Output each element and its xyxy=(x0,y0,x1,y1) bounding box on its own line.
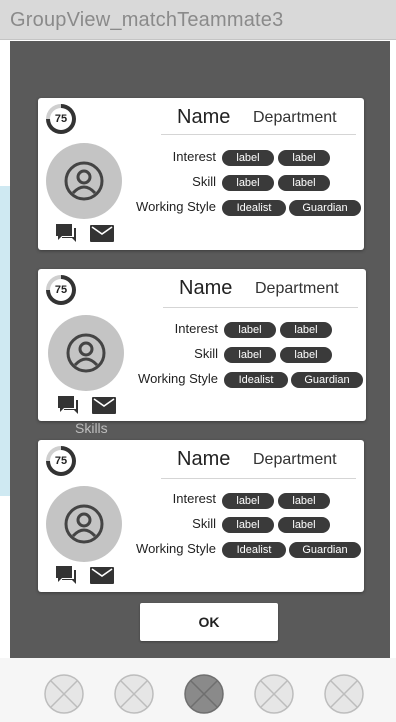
interest-label: Interest xyxy=(174,321,218,336)
x-circle-icon[interactable] xyxy=(254,674,294,714)
x-circle-icon[interactable] xyxy=(44,674,84,714)
interest-tag: label xyxy=(280,322,332,338)
working-style-label: Working Style xyxy=(138,371,218,386)
chat-icon[interactable] xyxy=(55,565,77,585)
x-circle-icon[interactable] xyxy=(324,674,364,714)
window-title: GroupView_matchTeammate3 xyxy=(10,9,284,31)
match-score-ring: 75 xyxy=(46,446,76,476)
skill-tag: label xyxy=(224,347,276,363)
interest-tag: label xyxy=(222,493,274,509)
person-circle-icon xyxy=(64,161,104,201)
match-score-ring: 75 xyxy=(46,275,76,305)
skill-label: Skill xyxy=(192,516,216,531)
interest-tag: label xyxy=(222,150,274,166)
teammate-name: Name xyxy=(179,277,233,299)
teammate-card-3[interactable]: 75 Name Department Interest label label … xyxy=(38,440,364,592)
working-style-tag: Idealist xyxy=(222,542,286,558)
mail-icon[interactable] xyxy=(90,567,114,584)
skill-tag: label xyxy=(280,347,332,363)
match-score: 75 xyxy=(50,450,72,472)
divider xyxy=(163,307,358,308)
chat-icon[interactable] xyxy=(57,395,79,415)
skill-tag: label xyxy=(222,517,274,533)
working-style-label: Working Style xyxy=(136,541,216,556)
avatar xyxy=(46,143,122,219)
skill-tag: label xyxy=(278,175,330,191)
x-circle-icon[interactable] xyxy=(184,674,224,714)
background-skills-label: Skills xyxy=(75,420,108,436)
divider xyxy=(161,134,356,135)
working-style-tag: Guardian xyxy=(289,542,361,558)
skill-label: Skill xyxy=(192,174,216,189)
teammate-card-2[interactable]: 75 Name Department Interest label label … xyxy=(38,269,366,421)
working-style-label: Working Style xyxy=(136,199,216,214)
match-score: 75 xyxy=(50,279,72,301)
mail-icon[interactable] xyxy=(90,225,114,242)
working-style-tag: Guardian xyxy=(289,200,361,216)
avatar xyxy=(48,315,124,391)
skill-label: Skill xyxy=(194,346,218,361)
avatar xyxy=(46,486,122,562)
person-circle-icon xyxy=(64,504,104,544)
match-score-ring: 75 xyxy=(46,104,76,134)
working-style-tag: Idealist xyxy=(222,200,286,216)
interest-label: Interest xyxy=(172,149,216,164)
interest-tag: label xyxy=(278,150,330,166)
skill-tag: label xyxy=(222,175,274,191)
interest-tag: label xyxy=(224,322,276,338)
interest-tag: label xyxy=(278,493,330,509)
chat-icon[interactable] xyxy=(55,223,77,243)
teammate-department: Department xyxy=(253,109,337,126)
divider xyxy=(161,478,356,479)
working-style-tag: Guardian xyxy=(291,372,363,388)
working-style-tag: Idealist xyxy=(224,372,288,388)
teammate-department: Department xyxy=(253,451,337,468)
teammate-department: Department xyxy=(255,280,339,297)
teammate-card-1[interactable]: 75 Name Department Interest label label … xyxy=(38,98,364,250)
x-circle-icon[interactable] xyxy=(114,674,154,714)
bottom-navigation xyxy=(0,658,396,722)
title-bar: GroupView_matchTeammate3 xyxy=(0,0,396,40)
ok-button[interactable]: OK xyxy=(140,603,278,641)
person-circle-icon xyxy=(66,333,106,373)
interest-label: Interest xyxy=(172,491,216,506)
teammate-name: Name xyxy=(177,448,231,470)
skill-tag: label xyxy=(278,517,330,533)
teammate-name: Name xyxy=(177,106,231,128)
mail-icon[interactable] xyxy=(92,397,116,414)
match-score: 75 xyxy=(50,108,72,130)
